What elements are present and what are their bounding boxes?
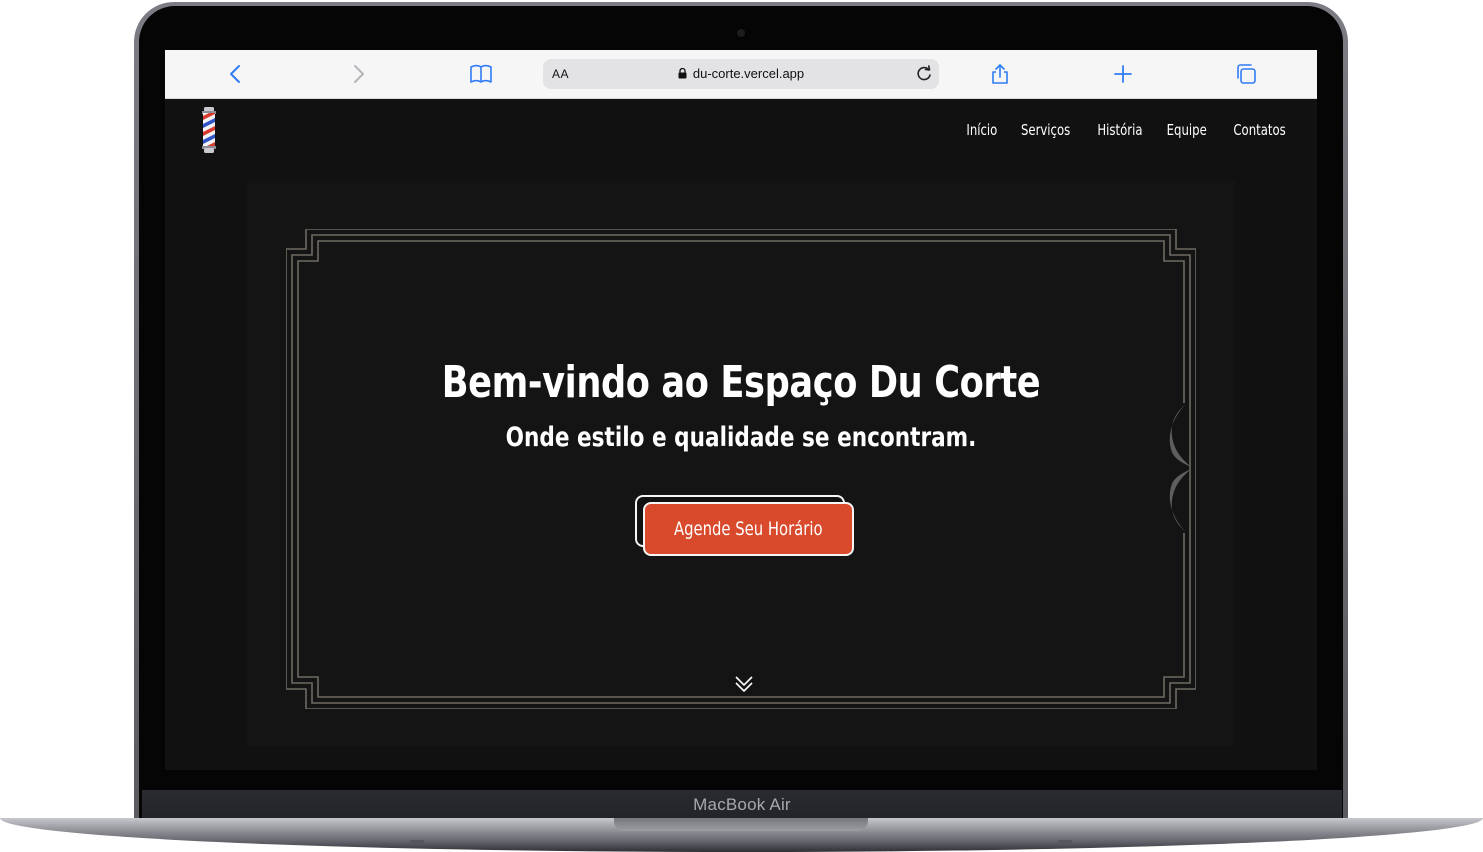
bookmarks-icon[interactable]	[469, 62, 493, 86]
hero-title: Bem-vindo ao Espaço Du Corte	[441, 357, 1041, 408]
url-display[interactable]: du-corte.vercel.app	[543, 66, 939, 82]
hero-subtitle: Onde estilo e qualidade se encontram.	[505, 422, 977, 453]
book-appointment-label: Agende Seu Horário	[674, 518, 823, 540]
camera-icon	[737, 29, 745, 37]
double-chevron-down-icon[interactable]	[732, 672, 756, 696]
tabs-icon[interactable]	[1234, 62, 1258, 86]
ornamental-frame	[286, 229, 1196, 709]
nav-link-inicio[interactable]: Início	[966, 121, 997, 139]
laptop-foot	[410, 840, 424, 843]
new-tab-icon[interactable]	[1111, 62, 1135, 86]
address-bar[interactable]: AA du-corte.vercel.app	[543, 59, 939, 89]
lock-icon	[678, 67, 687, 82]
back-icon[interactable]	[224, 62, 248, 86]
nav-link-servicos[interactable]: Serviços	[1021, 121, 1070, 139]
nav-link-contatos[interactable]: Contatos	[1233, 121, 1285, 139]
nav-link-equipe[interactable]: Equipe	[1167, 121, 1207, 139]
reload-icon[interactable]	[913, 63, 935, 85]
barber-pole-logo[interactable]	[199, 107, 219, 153]
device-label: MacBook Air	[693, 795, 791, 814]
main-nav: Início Serviços História Equipe Contatos	[966, 121, 1286, 139]
website: Início Serviços História Equipe Contatos…	[165, 99, 1317, 770]
browser-toolbar: AA du-corte.vercel.app	[165, 50, 1317, 99]
lid-notch	[614, 818, 868, 831]
share-icon[interactable]	[988, 62, 1012, 86]
screen: AA du-corte.vercel.app Início Serviços H…	[165, 50, 1317, 770]
forward-icon[interactable]	[346, 62, 370, 86]
book-appointment-button[interactable]: Agende Seu Horário	[643, 502, 854, 556]
laptop-foot	[1058, 840, 1072, 843]
url-text: du-corte.vercel.app	[692, 66, 805, 81]
nav-link-historia[interactable]: História	[1097, 121, 1142, 139]
